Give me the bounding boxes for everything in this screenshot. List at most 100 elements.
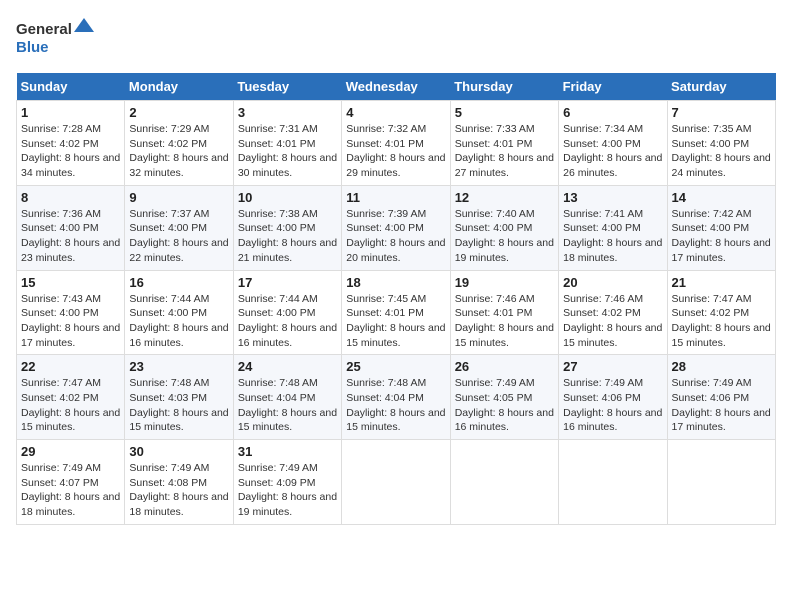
day-info: Sunrise: 7:46 AMSunset: 4:01 PMDaylight:… xyxy=(455,293,554,349)
day-info: Sunrise: 7:49 AMSunset: 4:07 PMDaylight:… xyxy=(21,462,120,518)
calendar-cell: 4 Sunrise: 7:32 AMSunset: 4:01 PMDayligh… xyxy=(342,101,450,186)
day-number: 29 xyxy=(21,444,120,459)
day-number: 27 xyxy=(563,359,662,374)
calendar-cell: 3 Sunrise: 7:31 AMSunset: 4:01 PMDayligh… xyxy=(233,101,341,186)
day-info: Sunrise: 7:37 AMSunset: 4:00 PMDaylight:… xyxy=(129,208,228,264)
day-number: 12 xyxy=(455,190,554,205)
day-info: Sunrise: 7:41 AMSunset: 4:00 PMDaylight:… xyxy=(563,208,662,264)
day-number: 20 xyxy=(563,275,662,290)
col-header-sunday: Sunday xyxy=(17,73,125,101)
day-info: Sunrise: 7:32 AMSunset: 4:01 PMDaylight:… xyxy=(346,123,445,179)
day-number: 30 xyxy=(129,444,228,459)
svg-text:General: General xyxy=(16,21,72,38)
calendar-header-row: SundayMondayTuesdayWednesdayThursdayFrid… xyxy=(17,73,776,101)
col-header-tuesday: Tuesday xyxy=(233,73,341,101)
day-info: Sunrise: 7:28 AMSunset: 4:02 PMDaylight:… xyxy=(21,123,120,179)
calendar-cell: 19 Sunrise: 7:46 AMSunset: 4:01 PMDaylig… xyxy=(450,270,558,355)
svg-text:Blue: Blue xyxy=(16,39,49,56)
day-info: Sunrise: 7:48 AMSunset: 4:04 PMDaylight:… xyxy=(346,377,445,433)
day-number: 8 xyxy=(21,190,120,205)
calendar-cell: 22 Sunrise: 7:47 AMSunset: 4:02 PMDaylig… xyxy=(17,355,125,440)
col-header-friday: Friday xyxy=(559,73,667,101)
calendar-week-row: 8 Sunrise: 7:36 AMSunset: 4:00 PMDayligh… xyxy=(17,185,776,270)
calendar-cell: 20 Sunrise: 7:46 AMSunset: 4:02 PMDaylig… xyxy=(559,270,667,355)
calendar-cell: 21 Sunrise: 7:47 AMSunset: 4:02 PMDaylig… xyxy=(667,270,775,355)
day-number: 1 xyxy=(21,105,120,120)
calendar-cell: 30 Sunrise: 7:49 AMSunset: 4:08 PMDaylig… xyxy=(125,440,233,525)
calendar-cell: 1 Sunrise: 7:28 AMSunset: 4:02 PMDayligh… xyxy=(17,101,125,186)
day-number: 14 xyxy=(672,190,771,205)
calendar-cell: 17 Sunrise: 7:44 AMSunset: 4:00 PMDaylig… xyxy=(233,270,341,355)
day-number: 24 xyxy=(238,359,337,374)
day-info: Sunrise: 7:38 AMSunset: 4:00 PMDaylight:… xyxy=(238,208,337,264)
day-info: Sunrise: 7:31 AMSunset: 4:01 PMDaylight:… xyxy=(238,123,337,179)
day-info: Sunrise: 7:36 AMSunset: 4:00 PMDaylight:… xyxy=(21,208,120,264)
calendar-week-row: 22 Sunrise: 7:47 AMSunset: 4:02 PMDaylig… xyxy=(17,355,776,440)
calendar-cell xyxy=(667,440,775,525)
calendar-week-row: 1 Sunrise: 7:28 AMSunset: 4:02 PMDayligh… xyxy=(17,101,776,186)
day-info: Sunrise: 7:44 AMSunset: 4:00 PMDaylight:… xyxy=(238,293,337,349)
day-number: 31 xyxy=(238,444,337,459)
day-info: Sunrise: 7:29 AMSunset: 4:02 PMDaylight:… xyxy=(129,123,228,179)
day-number: 15 xyxy=(21,275,120,290)
logo-svg: General Blue xyxy=(16,16,96,61)
day-info: Sunrise: 7:49 AMSunset: 4:06 PMDaylight:… xyxy=(563,377,662,433)
calendar-cell: 15 Sunrise: 7:43 AMSunset: 4:00 PMDaylig… xyxy=(17,270,125,355)
calendar-week-row: 15 Sunrise: 7:43 AMSunset: 4:00 PMDaylig… xyxy=(17,270,776,355)
calendar-cell: 5 Sunrise: 7:33 AMSunset: 4:01 PMDayligh… xyxy=(450,101,558,186)
day-info: Sunrise: 7:33 AMSunset: 4:01 PMDaylight:… xyxy=(455,123,554,179)
day-number: 21 xyxy=(672,275,771,290)
day-info: Sunrise: 7:48 AMSunset: 4:03 PMDaylight:… xyxy=(129,377,228,433)
day-number: 28 xyxy=(672,359,771,374)
day-info: Sunrise: 7:47 AMSunset: 4:02 PMDaylight:… xyxy=(21,377,120,433)
day-info: Sunrise: 7:45 AMSunset: 4:01 PMDaylight:… xyxy=(346,293,445,349)
day-info: Sunrise: 7:49 AMSunset: 4:08 PMDaylight:… xyxy=(129,462,228,518)
calendar-cell: 29 Sunrise: 7:49 AMSunset: 4:07 PMDaylig… xyxy=(17,440,125,525)
calendar-cell: 31 Sunrise: 7:49 AMSunset: 4:09 PMDaylig… xyxy=(233,440,341,525)
calendar-week-row: 29 Sunrise: 7:49 AMSunset: 4:07 PMDaylig… xyxy=(17,440,776,525)
day-info: Sunrise: 7:34 AMSunset: 4:00 PMDaylight:… xyxy=(563,123,662,179)
day-number: 19 xyxy=(455,275,554,290)
calendar-table: SundayMondayTuesdayWednesdayThursdayFrid… xyxy=(16,73,776,525)
day-info: Sunrise: 7:43 AMSunset: 4:00 PMDaylight:… xyxy=(21,293,120,349)
day-info: Sunrise: 7:48 AMSunset: 4:04 PMDaylight:… xyxy=(238,377,337,433)
day-info: Sunrise: 7:42 AMSunset: 4:00 PMDaylight:… xyxy=(672,208,771,264)
day-number: 22 xyxy=(21,359,120,374)
calendar-cell xyxy=(559,440,667,525)
calendar-cell: 11 Sunrise: 7:39 AMSunset: 4:00 PMDaylig… xyxy=(342,185,450,270)
calendar-cell: 18 Sunrise: 7:45 AMSunset: 4:01 PMDaylig… xyxy=(342,270,450,355)
logo: General Blue xyxy=(16,16,96,61)
day-info: Sunrise: 7:39 AMSunset: 4:00 PMDaylight:… xyxy=(346,208,445,264)
calendar-cell: 10 Sunrise: 7:38 AMSunset: 4:00 PMDaylig… xyxy=(233,185,341,270)
calendar-cell: 13 Sunrise: 7:41 AMSunset: 4:00 PMDaylig… xyxy=(559,185,667,270)
day-info: Sunrise: 7:46 AMSunset: 4:02 PMDaylight:… xyxy=(563,293,662,349)
col-header-saturday: Saturday xyxy=(667,73,775,101)
day-number: 18 xyxy=(346,275,445,290)
day-number: 7 xyxy=(672,105,771,120)
day-number: 25 xyxy=(346,359,445,374)
day-number: 26 xyxy=(455,359,554,374)
day-number: 3 xyxy=(238,105,337,120)
day-number: 23 xyxy=(129,359,228,374)
calendar-cell: 9 Sunrise: 7:37 AMSunset: 4:00 PMDayligh… xyxy=(125,185,233,270)
calendar-cell xyxy=(450,440,558,525)
col-header-wednesday: Wednesday xyxy=(342,73,450,101)
calendar-cell xyxy=(342,440,450,525)
calendar-cell: 26 Sunrise: 7:49 AMSunset: 4:05 PMDaylig… xyxy=(450,355,558,440)
day-info: Sunrise: 7:49 AMSunset: 4:05 PMDaylight:… xyxy=(455,377,554,433)
calendar-cell: 12 Sunrise: 7:40 AMSunset: 4:00 PMDaylig… xyxy=(450,185,558,270)
day-info: Sunrise: 7:35 AMSunset: 4:00 PMDaylight:… xyxy=(672,123,771,179)
calendar-cell: 16 Sunrise: 7:44 AMSunset: 4:00 PMDaylig… xyxy=(125,270,233,355)
day-number: 4 xyxy=(346,105,445,120)
calendar-cell: 25 Sunrise: 7:48 AMSunset: 4:04 PMDaylig… xyxy=(342,355,450,440)
day-number: 5 xyxy=(455,105,554,120)
calendar-cell: 7 Sunrise: 7:35 AMSunset: 4:00 PMDayligh… xyxy=(667,101,775,186)
day-info: Sunrise: 7:44 AMSunset: 4:00 PMDaylight:… xyxy=(129,293,228,349)
day-number: 17 xyxy=(238,275,337,290)
col-header-monday: Monday xyxy=(125,73,233,101)
day-number: 11 xyxy=(346,190,445,205)
calendar-cell: 8 Sunrise: 7:36 AMSunset: 4:00 PMDayligh… xyxy=(17,185,125,270)
day-number: 10 xyxy=(238,190,337,205)
calendar-cell: 6 Sunrise: 7:34 AMSunset: 4:00 PMDayligh… xyxy=(559,101,667,186)
col-header-thursday: Thursday xyxy=(450,73,558,101)
